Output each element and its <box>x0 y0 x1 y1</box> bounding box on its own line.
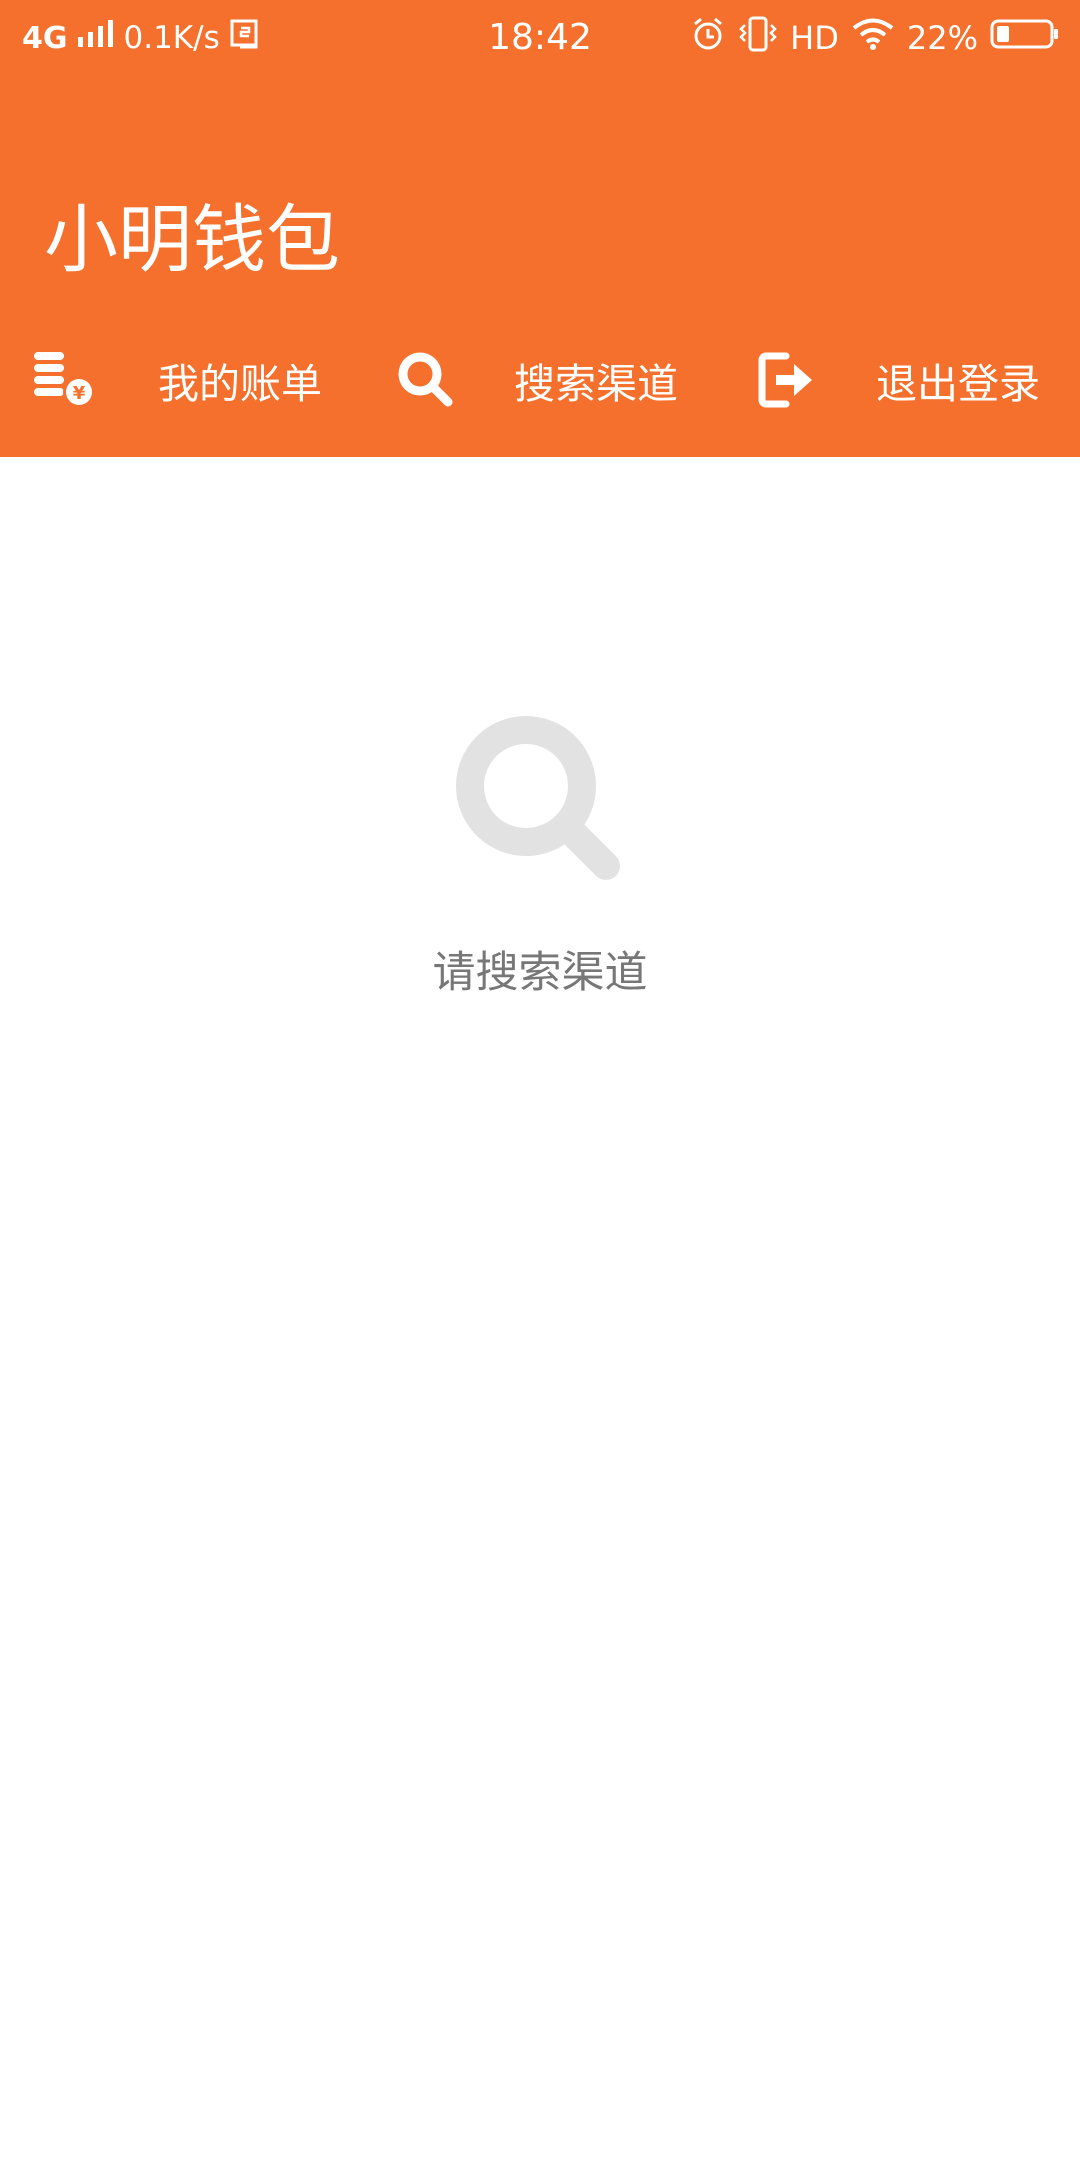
logout-button[interactable]: 退出登录 <box>756 340 1040 420</box>
logout-icon <box>756 350 816 410</box>
empty-state-text: 请搜索渠道 <box>432 948 648 998</box>
coins-yuan-icon: ¥ <box>32 348 96 412</box>
vibrate-icon <box>738 15 778 61</box>
app-header: 4G 0.1K/s 18:42 HD 22% 小明钱包 ¥ 我的账单 搜索渠道 … <box>0 0 1080 457</box>
hd-indicator: HD <box>790 19 839 57</box>
battery-icon <box>990 18 1060 58</box>
status-bar-right: HD 22% <box>690 14 1060 62</box>
empty-state-search-icon <box>454 714 634 898</box>
wifi-icon <box>851 17 895 59</box>
my-bills-label: 我的账单 <box>158 360 322 408</box>
logout-label: 退出登录 <box>876 360 1040 408</box>
my-bills-button[interactable]: ¥ 我的账单 <box>32 340 322 420</box>
alarm-icon <box>690 16 726 60</box>
menu-row: ¥ 我的账单 搜索渠道 退出登录 <box>0 340 1080 420</box>
search-icon <box>396 350 456 410</box>
status-bar: 4G 0.1K/s 18:42 HD 22% <box>0 0 1080 76</box>
svg-text:¥: ¥ <box>73 383 86 404</box>
search-channel-label: 搜索渠道 <box>514 360 678 408</box>
app-title: 小明钱包 <box>44 197 340 283</box>
battery-percent: 22% <box>906 19 978 57</box>
search-channel-button[interactable]: 搜索渠道 <box>396 340 678 420</box>
